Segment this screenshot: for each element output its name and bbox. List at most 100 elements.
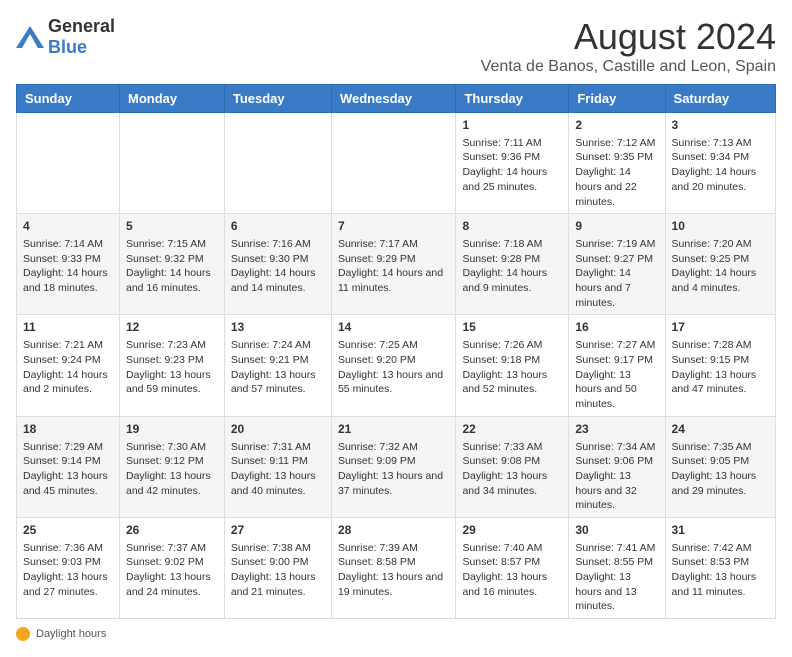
- day-number: 9: [575, 218, 658, 235]
- day-number: 26: [126, 522, 218, 539]
- column-header-saturday: Saturday: [665, 85, 775, 113]
- day-info: Sunrise: 7:23 AM Sunset: 9:23 PM Dayligh…: [126, 338, 218, 397]
- calendar-cell: [17, 113, 120, 214]
- logo-general: General: [48, 16, 115, 36]
- day-number: 17: [672, 319, 769, 336]
- day-number: 30: [575, 522, 658, 539]
- calendar-cell: 18 Sunrise: 7:29 AM Sunset: 9:14 PM Dayli…: [17, 416, 120, 517]
- day-info: Sunrise: 7:27 AM Sunset: 9:17 PM Dayligh…: [575, 338, 658, 411]
- calendar-cell: 5 Sunrise: 7:15 AM Sunset: 9:32 PM Daylig…: [120, 214, 225, 315]
- page-title: August 2024: [481, 16, 776, 58]
- day-info: Sunrise: 7:42 AM Sunset: 8:53 PM Dayligh…: [672, 541, 769, 600]
- day-info: Sunrise: 7:29 AM Sunset: 9:14 PM Dayligh…: [23, 440, 113, 499]
- calendar-cell: 14 Sunrise: 7:25 AM Sunset: 9:20 PM Dayli…: [331, 315, 455, 416]
- day-number: 6: [231, 218, 325, 235]
- footer-note: Daylight hours: [16, 627, 776, 641]
- column-header-monday: Monday: [120, 85, 225, 113]
- day-number: 7: [338, 218, 449, 235]
- calendar-cell: 17 Sunrise: 7:28 AM Sunset: 9:15 PM Dayli…: [665, 315, 775, 416]
- calendar-cell: 21Sunrise: 7:32 AM Sunset: 9:09 PM Dayli…: [331, 416, 455, 517]
- day-number: 18: [23, 421, 113, 438]
- calendar-cell: 4 Sunrise: 7:14 AM Sunset: 9:33 PM Daylig…: [17, 214, 120, 315]
- day-number: 23: [575, 421, 658, 438]
- calendar-cell: 1 Sunrise: 7:11 AM Sunset: 9:36 PM Daylig…: [456, 113, 569, 214]
- day-number: 20: [231, 421, 325, 438]
- day-info: Sunrise: 7:11 AM Sunset: 9:36 PM Dayligh…: [462, 136, 562, 195]
- footer-label: Daylight hours: [36, 628, 106, 640]
- calendar-cell: 29 Sunrise: 7:40 AM Sunset: 8:57 PM Dayli…: [456, 517, 569, 618]
- day-number: 16: [575, 319, 658, 336]
- day-number: 22: [462, 421, 562, 438]
- day-number: 31: [672, 522, 769, 539]
- day-info: Sunrise: 7:17 AM Sunset: 9:29 PM Dayligh…: [338, 237, 449, 296]
- title-area: August 2024 Venta de Banos, Castille and…: [481, 16, 776, 76]
- week-row-4: 18 Sunrise: 7:29 AM Sunset: 9:14 PM Dayli…: [17, 416, 776, 517]
- calendar-cell: [331, 113, 455, 214]
- calendar-cell: 30Sunrise: 7:41 AM Sunset: 8:55 PM Dayli…: [569, 517, 665, 618]
- calendar-cell: 27Sunrise: 7:38 AM Sunset: 9:00 PM Dayli…: [224, 517, 331, 618]
- day-number: 29: [462, 522, 562, 539]
- day-info: Sunrise: 7:25 AM Sunset: 9:20 PM Dayligh…: [338, 338, 449, 397]
- calendar-cell: 11 Sunrise: 7:21 AM Sunset: 9:24 PM Dayli…: [17, 315, 120, 416]
- calendar-cell: 19Sunrise: 7:30 AM Sunset: 9:12 PM Dayli…: [120, 416, 225, 517]
- day-number: 27: [231, 522, 325, 539]
- day-number: 4: [23, 218, 113, 235]
- column-header-friday: Friday: [569, 85, 665, 113]
- day-number: 1: [462, 117, 562, 134]
- calendar-cell: 20Sunrise: 7:31 AM Sunset: 9:11 PM Dayli…: [224, 416, 331, 517]
- logo-blue: Blue: [48, 37, 87, 57]
- day-info: Sunrise: 7:24 AM Sunset: 9:21 PM Dayligh…: [231, 338, 325, 397]
- calendar-cell: [120, 113, 225, 214]
- week-row-5: 25 Sunrise: 7:36 AM Sunset: 9:03 PM Dayli…: [17, 517, 776, 618]
- calendar-cell: 10Sunrise: 7:20 AM Sunset: 9:25 PM Dayli…: [665, 214, 775, 315]
- day-number: 28: [338, 522, 449, 539]
- calendar-cell: 6 Sunrise: 7:16 AM Sunset: 9:30 PM Daylig…: [224, 214, 331, 315]
- page-subtitle: Venta de Banos, Castille and Leon, Spain: [481, 58, 776, 76]
- calendar-cell: 28 Sunrise: 7:39 AM Sunset: 8:58 PM Dayli…: [331, 517, 455, 618]
- week-row-3: 11 Sunrise: 7:21 AM Sunset: 9:24 PM Dayli…: [17, 315, 776, 416]
- day-info: Sunrise: 7:15 AM Sunset: 9:32 PM Dayligh…: [126, 237, 218, 296]
- calendar-cell: 26 Sunrise: 7:37 AM Sunset: 9:02 PM Dayli…: [120, 517, 225, 618]
- day-info: Sunrise: 7:36 AM Sunset: 9:03 PM Dayligh…: [23, 541, 113, 600]
- calendar-cell: 12 Sunrise: 7:23 AM Sunset: 9:23 PM Dayli…: [120, 315, 225, 416]
- day-number: 11: [23, 319, 113, 336]
- day-info: Sunrise: 7:40 AM Sunset: 8:57 PM Dayligh…: [462, 541, 562, 600]
- day-number: 15: [462, 319, 562, 336]
- day-info: Sunrise: 7:39 AM Sunset: 8:58 PM Dayligh…: [338, 541, 449, 600]
- day-number: 5: [126, 218, 218, 235]
- calendar-cell: 25 Sunrise: 7:36 AM Sunset: 9:03 PM Dayli…: [17, 517, 120, 618]
- day-info: Sunrise: 7:33 AM Sunset: 9:08 PM Dayligh…: [462, 440, 562, 499]
- calendar-cell: 3Sunrise: 7:13 AM Sunset: 9:34 PM Daylig…: [665, 113, 775, 214]
- calendar-cell: 23 Sunrise: 7:34 AM Sunset: 9:06 PM Dayli…: [569, 416, 665, 517]
- day-info: Sunrise: 7:37 AM Sunset: 9:02 PM Dayligh…: [126, 541, 218, 600]
- day-info: Sunrise: 7:35 AM Sunset: 9:05 PM Dayligh…: [672, 440, 769, 499]
- day-info: Sunrise: 7:18 AM Sunset: 9:28 PM Dayligh…: [462, 237, 562, 296]
- day-number: 21: [338, 421, 449, 438]
- day-number: 13: [231, 319, 325, 336]
- day-number: 8: [462, 218, 562, 235]
- day-info: Sunrise: 7:34 AM Sunset: 9:06 PM Dayligh…: [575, 440, 658, 513]
- day-number: 24: [672, 421, 769, 438]
- logo-icon: [16, 26, 44, 48]
- calendar-cell: 8 Sunrise: 7:18 AM Sunset: 9:28 PM Daylig…: [456, 214, 569, 315]
- day-number: 25: [23, 522, 113, 539]
- calendar-table: SundayMondayTuesdayWednesdayThursdayFrid…: [16, 84, 776, 619]
- calendar-cell: 9Sunrise: 7:19 AM Sunset: 9:27 PM Daylig…: [569, 214, 665, 315]
- day-info: Sunrise: 7:16 AM Sunset: 9:30 PM Dayligh…: [231, 237, 325, 296]
- calendar-cell: 7 Sunrise: 7:17 AM Sunset: 9:29 PM Daylig…: [331, 214, 455, 315]
- day-number: 10: [672, 218, 769, 235]
- week-row-1: 1 Sunrise: 7:11 AM Sunset: 9:36 PM Daylig…: [17, 113, 776, 214]
- logo: General Blue: [16, 16, 115, 58]
- day-number: 2: [575, 117, 658, 134]
- week-row-2: 4 Sunrise: 7:14 AM Sunset: 9:33 PM Daylig…: [17, 214, 776, 315]
- column-header-wednesday: Wednesday: [331, 85, 455, 113]
- day-info: Sunrise: 7:13 AM Sunset: 9:34 PM Dayligh…: [672, 136, 769, 195]
- day-info: Sunrise: 7:14 AM Sunset: 9:33 PM Dayligh…: [23, 237, 113, 296]
- day-info: Sunrise: 7:30 AM Sunset: 9:12 PM Dayligh…: [126, 440, 218, 499]
- day-info: Sunrise: 7:28 AM Sunset: 9:15 PM Dayligh…: [672, 338, 769, 397]
- day-number: 12: [126, 319, 218, 336]
- day-number: 14: [338, 319, 449, 336]
- day-info: Sunrise: 7:21 AM Sunset: 9:24 PM Dayligh…: [23, 338, 113, 397]
- calendar-cell: [224, 113, 331, 214]
- column-header-tuesday: Tuesday: [224, 85, 331, 113]
